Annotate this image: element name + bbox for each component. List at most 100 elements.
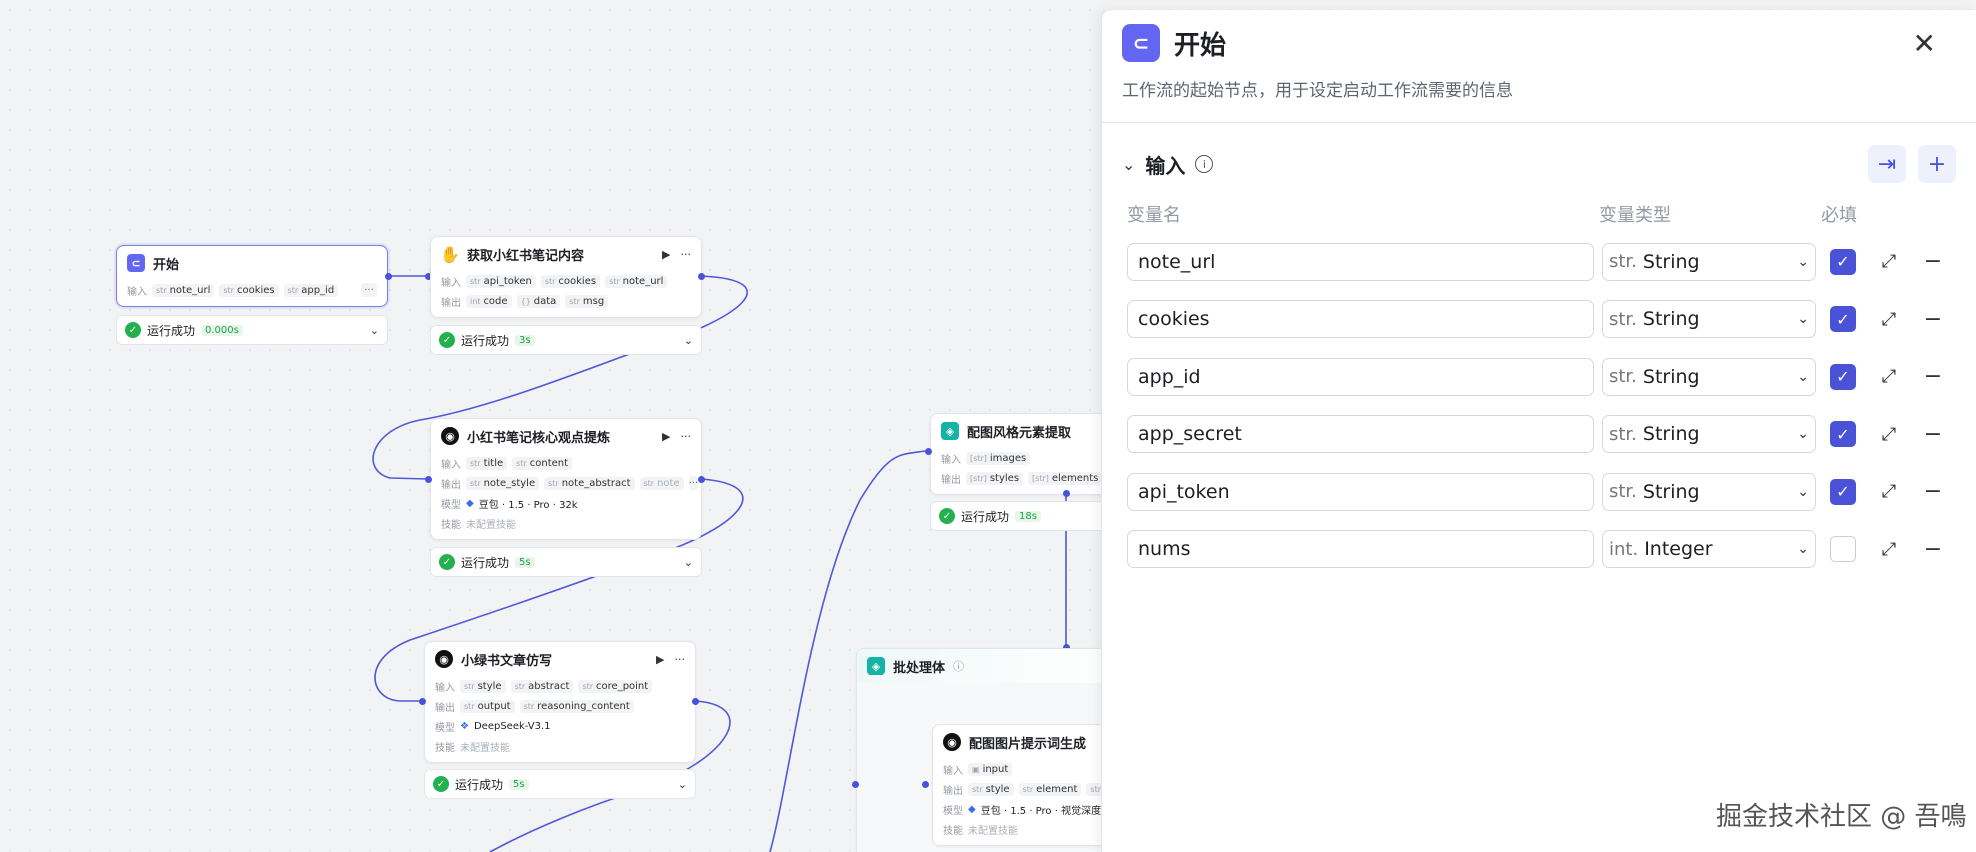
chevron-down-icon: ⌄ [1797, 311, 1809, 328]
variable-type-select[interactable]: str. String ⌄ [1602, 242, 1816, 281]
node-rewrite[interactable]: ◉ 小绿书文章仿写 ▶ ··· 输入 str style str abstract str… [424, 641, 696, 763]
check-icon: ✓ [439, 332, 455, 348]
node-title: 配图风格元素提取 [967, 425, 1072, 441]
variable-row: cookies str. String ⌄ ✓ ⤢ − [1102, 291, 1976, 349]
remove-icon[interactable]: − [1920, 479, 1946, 504]
variable-type-select[interactable]: str. String ⌄ [1602, 472, 1816, 511]
more-icon[interactable]: ··· [361, 283, 377, 297]
node-core[interactable]: ◉ 小红书笔记核心观点提炼 ▶ ··· 输入 str title str content … [430, 418, 702, 540]
more-icon[interactable]: ··· [675, 653, 686, 666]
var-tag: str cookies [219, 283, 279, 297]
run-icon[interactable]: ▶ [662, 430, 670, 443]
expand-icon[interactable]: ⤢ [1876, 366, 1902, 387]
info-icon[interactable]: i [1195, 155, 1214, 173]
node-title: 开始 [153, 257, 180, 273]
section-title: 输入 [1145, 153, 1186, 178]
panel-description: 工作流的起始节点，用于设定启动工作流需要的信息 [1122, 81, 1513, 101]
llm-icon: ◉ [943, 733, 961, 751]
model-icon: ◆ [466, 497, 474, 509]
variable-row: nums int. Integer ⌄ ✓ ⤢ − [1102, 521, 1976, 579]
import-button[interactable]: ⇥ [1868, 145, 1906, 183]
node-fetch[interactable]: ✋ 获取小红书笔记内容 ▶ ··· 输入 str api_token str cookie… [430, 236, 702, 318]
variable-type-select[interactable]: str. String ⌄ [1602, 300, 1816, 339]
node-extract[interactable]: ◈ 配图风格元素提取 输入 [str] images 输出 [str] styles … [930, 413, 1120, 495]
column-header-name: 变量名 [1127, 205, 1181, 226]
node-prompt[interactable]: ◉ 配图图片提示词生成 输入 ▣ input 输出 str style str elem… [932, 724, 1122, 846]
node-title: 小红书笔记核心观点提炼 [467, 430, 611, 446]
variable-name-input[interactable]: app_secret [1127, 415, 1594, 454]
var-tag: str app_id [283, 283, 339, 297]
chevron-down-icon[interactable]: ⌄ [1122, 155, 1135, 174]
check-icon: ✓ [939, 508, 955, 524]
check-icon: ✓ [439, 554, 455, 570]
remove-icon[interactable]: − [1920, 422, 1946, 447]
batch-icon: ◈ [867, 657, 885, 675]
model-icon: ◆ [968, 803, 976, 815]
node-title: 配图图片提示词生成 [969, 736, 1087, 752]
run-icon[interactable]: ▶ [662, 248, 670, 261]
node-config-panel: ⊂ 开始 ✕ 工作流的起始节点，用于设定启动工作流需要的信息 ⌄ 输入 i ⇥ … [1101, 10, 1976, 852]
status-core[interactable]: ✓ 运行成功 5s ⌄ [430, 547, 702, 577]
variable-name-input[interactable]: cookies [1127, 300, 1594, 339]
llm-icon: ◉ [441, 427, 459, 445]
remove-icon[interactable]: − [1920, 364, 1946, 389]
chevron-down-icon[interactable]: ⌄ [684, 556, 693, 569]
variable-name-input[interactable]: note_url [1127, 242, 1594, 281]
required-checkbox[interactable]: ✓ [1830, 478, 1856, 505]
variable-row: api_token str. String ⌄ ✓ ⤢ − [1102, 463, 1976, 521]
chevron-down-icon: ⌄ [1797, 253, 1809, 270]
remove-icon[interactable]: − [1920, 307, 1946, 332]
expand-icon[interactable]: ⤢ [1876, 481, 1902, 502]
remove-icon[interactable]: − [1920, 537, 1946, 562]
expand-icon[interactable]: ⤢ [1876, 424, 1902, 445]
variable-name-input[interactable]: nums [1127, 530, 1594, 569]
status-start[interactable]: ✓ 运行成功 0.000s ⌄ [116, 315, 388, 345]
node-title: 批处理体 [893, 660, 946, 676]
expand-icon[interactable]: ⤢ [1876, 251, 1902, 272]
panel-title: 开始 [1174, 30, 1227, 61]
required-checkbox[interactable]: ✓ [1830, 363, 1856, 390]
required-checkbox[interactable]: ✓ [1830, 248, 1856, 275]
expand-icon[interactable]: ⤢ [1876, 539, 1902, 560]
column-header-type: 变量类型 [1599, 205, 1671, 226]
status-rewrite[interactable]: ✓ 运行成功 5s ⌄ [424, 769, 696, 799]
var-tag: str note_url [152, 283, 215, 297]
llm-icon: ◉ [435, 650, 453, 668]
add-variable-button[interactable]: + [1918, 145, 1956, 183]
column-header-required: 必填 [1821, 205, 1857, 226]
more-icon[interactable]: ··· [681, 248, 692, 261]
more-icon[interactable]: ··· [681, 430, 692, 443]
status-extract[interactable]: ✓ 运行成功 18s [930, 501, 1120, 531]
chevron-down-icon[interactable]: ⌄ [370, 324, 379, 337]
required-checkbox[interactable]: ✓ [1830, 536, 1856, 563]
chevron-down-icon[interactable]: ⌄ [684, 334, 693, 347]
variable-list: note_url str. String ⌄ ✓ ⤢ − cookies str.… [1102, 233, 1976, 578]
start-icon: ⊂ [1122, 24, 1160, 62]
variable-name-input[interactable]: api_token [1127, 472, 1594, 511]
plugin-icon: ✋ [440, 244, 460, 264]
more-icon[interactable]: ··· [688, 476, 699, 490]
variable-type-select[interactable]: str. String ⌄ [1602, 415, 1816, 454]
variable-name-input[interactable]: app_id [1127, 357, 1594, 396]
node-title: 小绿书文章仿写 [461, 653, 553, 669]
chevron-down-icon: ⌄ [1797, 483, 1809, 500]
variable-row: app_secret str. String ⌄ ✓ ⤢ − [1102, 406, 1976, 464]
chevron-down-icon[interactable]: ⌄ [678, 778, 687, 791]
expand-icon[interactable]: ⤢ [1876, 309, 1902, 330]
variable-type-select[interactable]: int. Integer ⌄ [1602, 530, 1816, 569]
node-start[interactable]: ⊂ 开始 输入 str note_url str cookies str app_id … [116, 245, 388, 307]
status-fetch[interactable]: ✓ 运行成功 3s ⌄ [430, 325, 702, 355]
layers-icon: ◈ [941, 422, 959, 440]
variable-type-select[interactable]: str. String ⌄ [1602, 357, 1816, 396]
start-icon: ⊂ [127, 254, 145, 272]
run-icon[interactable]: ▶ [656, 653, 664, 666]
watermark: 掘金技术社区 @ 吾鳴 [1716, 802, 1967, 832]
check-icon: ✓ [125, 322, 141, 338]
node-title: 获取小红书笔记内容 [467, 248, 585, 264]
required-checkbox[interactable]: ✓ [1830, 306, 1856, 333]
required-checkbox[interactable]: ✓ [1830, 421, 1856, 448]
close-icon[interactable]: ✕ [1913, 27, 1936, 60]
model-icon: ❖ [460, 720, 469, 732]
remove-icon[interactable]: − [1920, 249, 1946, 274]
info-icon[interactable]: ⓘ [953, 658, 964, 674]
